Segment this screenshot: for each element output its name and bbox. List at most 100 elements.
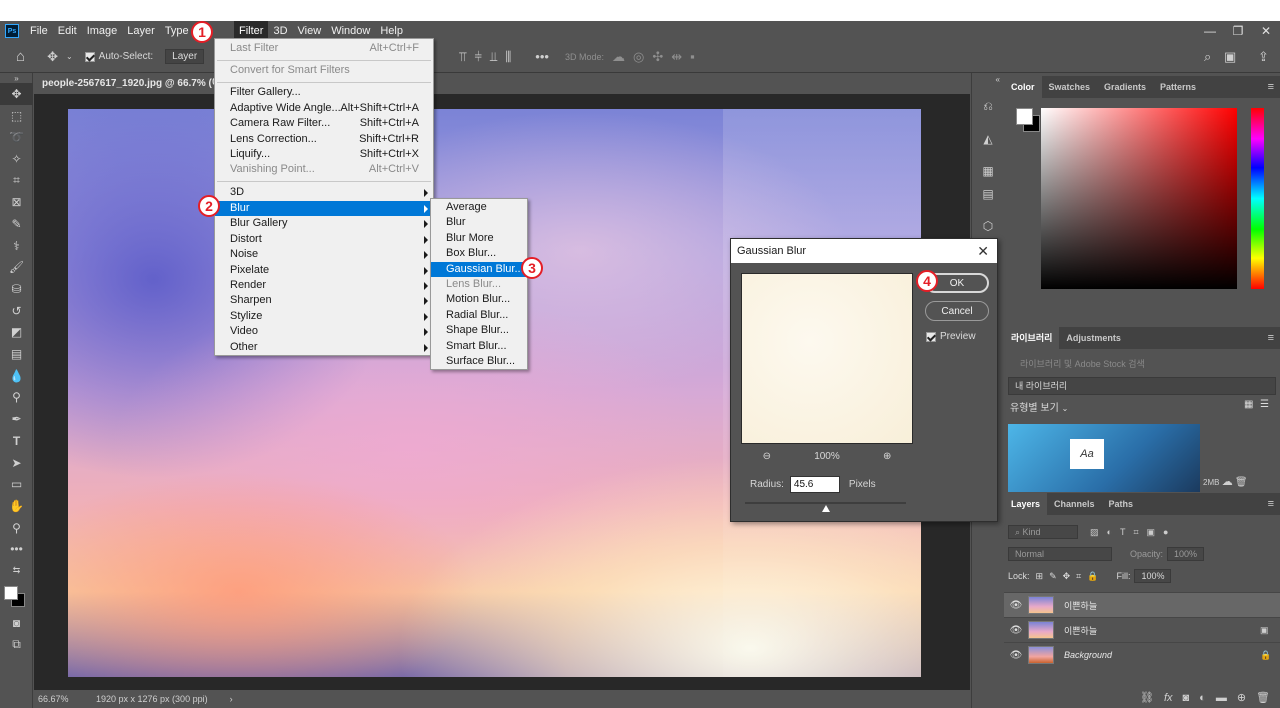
menu-item-noise[interactable]: Noise xyxy=(215,247,433,262)
frame-tool-icon[interactable]: ⊠ xyxy=(0,191,33,213)
menu-item-filter-gallery[interactable]: Filter Gallery... xyxy=(215,85,433,100)
align-top-icon[interactable]: ⫪ xyxy=(459,49,466,65)
zoom-level[interactable]: 66.67% xyxy=(34,694,90,704)
path-selection-tool-icon[interactable]: ➤ xyxy=(0,452,33,474)
menu-item-convert-smart-filters[interactable]: Convert for Smart Filters xyxy=(215,63,433,78)
notes-icon[interactable]: ▤ xyxy=(972,182,1004,205)
history-brush-tool-icon[interactable]: ↺ xyxy=(0,300,33,322)
menu-item-pixelate[interactable]: Pixelate xyxy=(215,263,433,278)
healing-brush-tool-icon[interactable]: ⚕ xyxy=(0,235,33,257)
menu-image[interactable]: Image xyxy=(82,21,123,41)
close-icon[interactable]: ✕ xyxy=(977,239,989,263)
trash-icon[interactable]: 🗑 xyxy=(1235,477,1248,488)
library-search-input[interactable]: 라이브러리 및 Adobe Stock 검색 xyxy=(1008,355,1276,373)
document-info[interactable]: 1920 px x 1276 px (300 ppi) xyxy=(96,694,208,704)
menu-item-3d[interactable]: 3D xyxy=(215,185,433,200)
zoom-tool-icon[interactable]: ⚲ xyxy=(0,517,33,539)
delete-layer-icon[interactable]: 🗑 xyxy=(1256,691,1270,704)
collapse-icon[interactable]: » xyxy=(0,73,33,83)
blur-preview[interactable] xyxy=(741,273,913,444)
tab-channels[interactable]: Channels xyxy=(1047,493,1102,515)
view-by-type-dropdown[interactable]: 유형별 보기 ⌄ ▦ ☰ xyxy=(1010,399,1276,414)
zoom-in-icon[interactable]: ⊕ xyxy=(883,451,891,462)
grid-view-icon[interactable]: ▦ xyxy=(1244,399,1253,410)
3d-scale-icon[interactable]: ▪ xyxy=(690,49,695,64)
clone-stamp-tool-icon[interactable]: ⛁ xyxy=(0,278,33,300)
chevron-down-icon[interactable]: ⌄ xyxy=(66,52,73,61)
3d-roll-icon[interactable]: ◎ xyxy=(633,49,644,65)
tab-gradients[interactable]: Gradients xyxy=(1097,76,1153,98)
menu-item-render[interactable]: Render xyxy=(215,278,433,293)
filter-pixel-icon[interactable]: ▨ xyxy=(1090,527,1099,538)
marquee-tool-icon[interactable]: ⬚ xyxy=(0,105,33,127)
share-icon[interactable]: ⇪ xyxy=(1258,49,1269,65)
more-options-icon[interactable]: ••• xyxy=(535,49,549,64)
close-window-icon[interactable]: ✕ xyxy=(1252,21,1280,41)
lock-all-icon[interactable]: 🔒 xyxy=(1087,571,1098,582)
preview-checkbox[interactable] xyxy=(926,331,936,342)
new-group-icon[interactable]: ▬ xyxy=(1216,692,1227,704)
layer-kind-filter[interactable]: ⌕ Kind xyxy=(1008,525,1078,539)
add-mask-icon[interactable]: ◙ xyxy=(1183,692,1190,704)
panel-menu-icon[interactable]: ≡ xyxy=(1268,327,1280,349)
menu-item-radial-blur[interactable]: Radial Blur... xyxy=(431,308,527,323)
eraser-tool-icon[interactable]: ◩ xyxy=(0,322,33,344)
color-swatches-icon[interactable] xyxy=(0,582,33,612)
menu-item-box-blur[interactable]: Box Blur... xyxy=(431,246,527,261)
lock-icon[interactable]: 🔒 xyxy=(1260,650,1280,661)
menu-item-blur[interactable]: Blur xyxy=(215,201,433,216)
properties-icon[interactable]: ▦ xyxy=(972,159,1004,182)
menu-item-adaptive-wide-angle[interactable]: Adaptive Wide Angle... Alt+Shift+Ctrl+A xyxy=(215,101,433,116)
menu-item-camera-raw[interactable]: Camera Raw Filter... Shift+Ctrl+A xyxy=(215,116,433,131)
magic-wand-tool-icon[interactable]: ✧ xyxy=(0,148,33,170)
filter-type-icon[interactable]: T xyxy=(1120,527,1126,537)
3d-slide-icon[interactable]: ⇹ xyxy=(671,49,682,65)
filter-smart-icon[interactable]: ▣ xyxy=(1147,527,1156,538)
tab-paths[interactable]: Paths xyxy=(1102,493,1141,515)
blur-tool-icon[interactable]: 💧 xyxy=(0,365,33,387)
3d-icon[interactable]: ⬡ xyxy=(972,214,1004,237)
menu-item-blur-simple[interactable]: Blur xyxy=(431,215,527,230)
collapse-panels-icon[interactable]: « xyxy=(972,73,1004,85)
auto-select-dropdown[interactable]: Layer xyxy=(165,49,205,64)
align-bottom-icon[interactable]: ⫫ xyxy=(490,49,497,65)
type-tool-icon[interactable]: T xyxy=(0,430,33,452)
menu-item-lens-blur[interactable]: Lens Blur... xyxy=(431,277,527,292)
screen-mode-icon[interactable]: ⧉ xyxy=(0,634,33,656)
blend-mode-dropdown[interactable]: Normal xyxy=(1008,547,1112,561)
foreground-color-swatch[interactable] xyxy=(1016,108,1033,125)
filter-shape-icon[interactable]: ⌗ xyxy=(1133,527,1138,538)
layer-row[interactable]: 👁 Background 🔒 xyxy=(1004,642,1280,667)
restore-icon[interactable]: ❐ xyxy=(1224,21,1252,41)
library-select[interactable]: 내 라이브러리 xyxy=(1008,377,1276,395)
menu-item-vanishing-point[interactable]: Vanishing Point... Alt+Ctrl+V xyxy=(215,162,433,177)
edit-toolbar-icon[interactable]: ••• xyxy=(0,538,33,560)
workspace-icon[interactable]: ▣ xyxy=(1224,49,1236,65)
panel-menu-icon[interactable]: ≡ xyxy=(1268,493,1280,515)
filter-adjustment-icon[interactable]: ◐ xyxy=(1107,527,1112,537)
radius-slider-track[interactable] xyxy=(745,502,906,504)
library-thumbnail[interactable]: Aa xyxy=(1008,424,1200,492)
color-picker-field[interactable] xyxy=(1041,108,1237,289)
menu-file[interactable]: File xyxy=(25,21,53,41)
document-tab[interactable]: people-2567617_1920.jpg @ 66.7% (이쁜 xyxy=(34,73,239,94)
search-icon[interactable]: ⌕ xyxy=(1204,49,1211,65)
new-adjustment-layer-icon[interactable]: ◐ xyxy=(1199,692,1206,704)
lock-image-icon[interactable]: ✎ xyxy=(1049,571,1057,582)
menu-item-surface-blur[interactable]: Surface Blur... xyxy=(431,354,527,369)
tab-layers[interactable]: Layers xyxy=(1004,493,1048,515)
cancel-button[interactable]: Cancel xyxy=(925,301,989,321)
chevron-right-icon[interactable]: › xyxy=(230,694,233,704)
quick-mask-icon[interactable]: ◙ xyxy=(0,612,33,634)
link-layers-icon[interactable]: ⛓ xyxy=(1140,691,1154,704)
filter-toggle-icon[interactable]: ● xyxy=(1163,527,1168,537)
zoom-out-icon[interactable]: ⊖ xyxy=(763,451,771,462)
visibility-eye-icon[interactable]: 👁 xyxy=(1004,625,1028,636)
swap-colors-icon[interactable]: ⇆ xyxy=(0,560,33,582)
tab-patterns[interactable]: Patterns xyxy=(1153,76,1203,98)
menu-item-average[interactable]: Average xyxy=(431,200,527,215)
menu-item-smart-blur[interactable]: Smart Blur... xyxy=(431,339,527,354)
3d-pan-icon[interactable]: ✣ xyxy=(652,49,663,65)
menu-item-lens-correction[interactable]: Lens Correction... Shift+Ctrl+R xyxy=(215,132,433,147)
menu-item-last-filter[interactable]: Last Filter Alt+Ctrl+F xyxy=(215,41,433,56)
